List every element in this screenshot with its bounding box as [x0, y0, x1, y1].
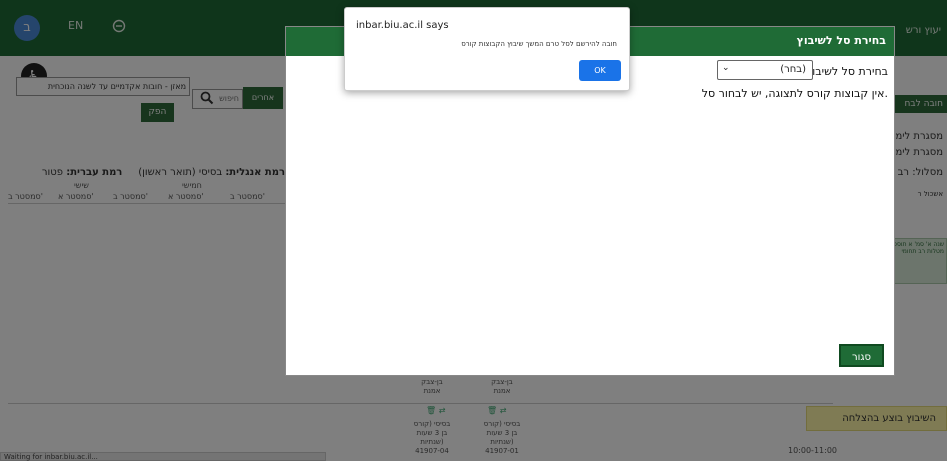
- alert-title: inbar.biu.ac.il says: [356, 20, 449, 31]
- alert-message: חובה להירשם לסל טרם המשך שיבוץ הקבוצות ק…: [461, 40, 617, 48]
- basket-select[interactable]: (בחר) ⌄: [717, 60, 813, 80]
- close-button[interactable]: סגור: [839, 344, 884, 367]
- basket-select-label: בחירת סל לשיבוץ: [806, 65, 888, 78]
- basket-select-value: (בחר): [780, 64, 806, 75]
- ok-button[interactable]: OK: [579, 60, 621, 81]
- empty-state-message: אין קבוצות קורס לתצוגה, יש לבחור סל.: [701, 87, 888, 100]
- browser-alert: inbar.biu.ac.il says חובה להירשם לסל טרם…: [344, 7, 630, 91]
- modal-title: בחירת סל לשיבוץ: [796, 34, 886, 47]
- chevron-down-icon: ⌄: [722, 63, 730, 73]
